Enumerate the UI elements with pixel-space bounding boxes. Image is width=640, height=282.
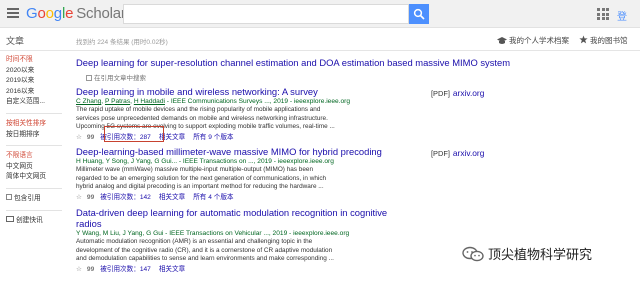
apps-grid-icon[interactable] — [597, 8, 609, 20]
lang-filter-option[interactable]: 简体中文网页 — [6, 172, 66, 183]
time-any-filter[interactable]: 时间不限 — [6, 55, 66, 66]
cite-quote-icon[interactable]: 99 — [87, 134, 94, 141]
checkbox-icon — [6, 194, 12, 201]
search-result: Deep-learning-based millimeter-wave mass… — [76, 146, 406, 203]
save-star-icon[interactable]: ☆ — [76, 134, 82, 141]
my-library-link[interactable]: 我的图书馆 — [590, 35, 628, 46]
envelope-icon — [6, 216, 14, 223]
google-scholar-logo[interactable]: Google Scholar — [26, 5, 126, 22]
wechat-icon — [462, 246, 484, 262]
cite-quote-icon[interactable]: 99 — [87, 266, 94, 273]
divider — [6, 187, 62, 189]
result-snippet: Millimeter wave (mmWave) massive multipl… — [76, 166, 327, 191]
result-title[interactable]: Deep learning in mobile and wireless net… — [76, 86, 406, 97]
graduation-cap-icon — [497, 37, 507, 44]
pdf-link[interactable]: [PDF] arxiv.org — [431, 148, 484, 158]
result-title-line2[interactable]: radios — [76, 218, 406, 229]
time-filter-option[interactable]: 2016以来 — [6, 87, 66, 98]
result-actions: ☆ 99 被引用次数：147 相关文章 — [76, 265, 406, 275]
search-within-citing-toggle[interactable]: 在引用文章中搜索 — [86, 72, 146, 82]
include-citations-toggle[interactable]: 包含引用 — [6, 194, 66, 205]
result-authors: H Huang, Y Song, J Yang, G Gui... - IEEE… — [76, 158, 334, 165]
my-profile-link[interactable]: 我的个人学术档案 — [509, 35, 569, 46]
author-link[interactable]: P Patras — [105, 98, 130, 105]
menu-icon[interactable] — [7, 8, 19, 18]
author-link[interactable]: C Zhang — [76, 98, 101, 105]
result-authors: C Zhang, P Patras, H Haddadi - IEEE Comm… — [76, 98, 351, 105]
cite-quote-icon[interactable]: 99 — [87, 194, 94, 201]
result-authors: Y Wang, M Liu, J Yang, G Gui - IEEE Tran… — [76, 230, 350, 237]
section-label: 文章 — [6, 36, 25, 46]
related-articles-link[interactable]: 相关文章 — [159, 266, 185, 273]
result-actions: ☆ 99 被引用次数：142 相关文章 所有 4 个版本 — [76, 193, 406, 203]
result-title[interactable]: Data-driven deep learning for automatic … — [76, 207, 406, 218]
related-articles-link[interactable]: 相关文章 — [159, 194, 185, 201]
create-alert-link[interactable]: 创建快讯 — [6, 216, 66, 227]
checkbox-icon — [86, 74, 92, 81]
results-stats: 找到约 224 条结果 (用时0.02秒) — [76, 39, 168, 46]
author-link[interactable]: H Haddadi — [134, 98, 165, 105]
wechat-watermark: 顶尖植物科学研究 — [462, 244, 592, 263]
divider — [6, 112, 62, 114]
cited-article-title[interactable]: Deep learning for super-resolution chann… — [76, 57, 510, 68]
save-star-icon[interactable]: ☆ — [76, 194, 82, 201]
results-subheader: 文章 找到约 224 条结果 (用时0.02秒) 我的个人学术档案 我的图书馆 — [0, 29, 640, 51]
custom-range-option[interactable]: 自定义范围... — [6, 97, 66, 108]
cited-by-link[interactable]: 被引用次数：142 — [100, 194, 151, 201]
sort-date-option[interactable]: 按日期排序 — [6, 130, 66, 141]
search-button[interactable] — [409, 4, 429, 24]
search-result: Data-driven deep learning for automatic … — [76, 207, 406, 275]
result-snippet: Automatic modulation recognition (AMR) i… — [76, 238, 334, 263]
all-versions-link[interactable]: 所有 4 个版本 — [193, 194, 233, 201]
divider — [6, 145, 62, 147]
time-filter-option[interactable]: 2019以来 — [6, 76, 66, 87]
sort-relevance-option[interactable]: 按相关性排序 — [6, 119, 66, 130]
star-icon — [579, 35, 588, 44]
top-bar: Google Scholar 登 — [0, 0, 640, 28]
save-star-icon[interactable]: ☆ — [76, 266, 82, 273]
cited-by-highlight — [104, 126, 164, 142]
search-input[interactable] — [123, 4, 409, 24]
sign-in-link[interactable]: 登 — [617, 8, 627, 23]
time-filter-option[interactable]: 2020以来 — [6, 66, 66, 77]
lang-any-filter[interactable]: 不限语言 — [6, 151, 66, 162]
all-versions-link[interactable]: 所有 9 个版本 — [193, 134, 233, 141]
pdf-link[interactable]: [PDF] arxiv.org — [431, 88, 484, 98]
divider — [6, 209, 62, 211]
result-title[interactable]: Deep-learning-based millimeter-wave mass… — [76, 146, 406, 157]
lang-filter-option[interactable]: 中文网页 — [6, 162, 66, 173]
search-icon — [413, 8, 425, 20]
filter-sidebar: 时间不限 2020以来 2019以来 2016以来 自定义范围... 按相关性排… — [6, 55, 66, 226]
cited-by-link[interactable]: 被引用次数：147 — [100, 266, 151, 273]
